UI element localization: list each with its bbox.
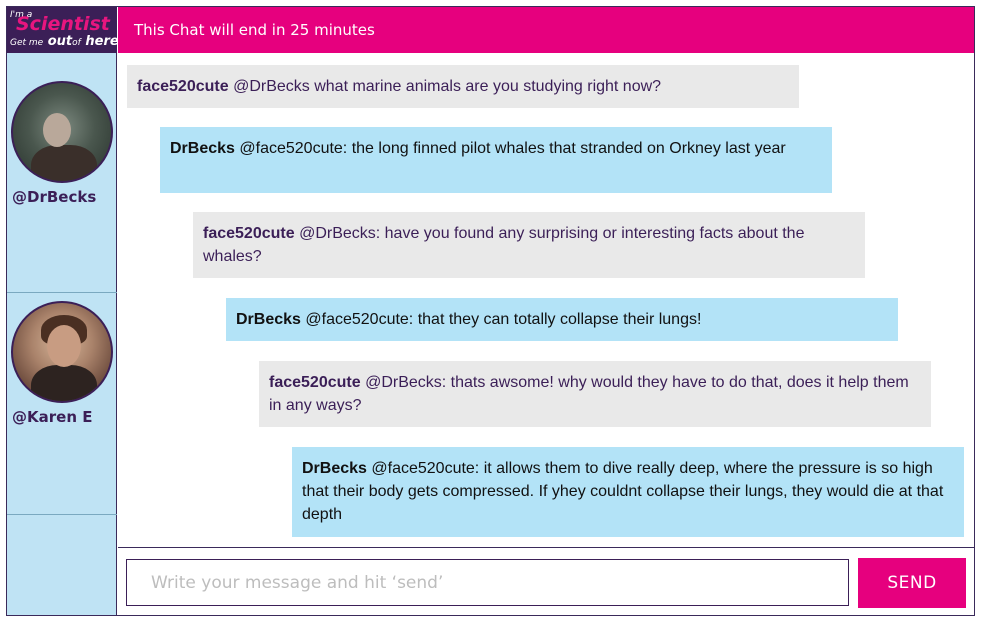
avatar[interactable]: [11, 81, 113, 183]
participant-handle[interactable]: @Karen E: [12, 408, 92, 426]
logo-line3b: out: [47, 34, 73, 49]
message-author: DrBecks: [236, 311, 301, 328]
logo-line3: Get me outof here: [10, 34, 117, 49]
logo-line3a: Get me: [10, 38, 44, 48]
message-list[interactable]: face520cute @DrBecks what marine animals…: [118, 53, 974, 547]
message-text: @face520cute: the long finned pilot whal…: [234, 140, 786, 157]
message-bubble: face520cute @DrBecks: thats awsome! why …: [259, 361, 931, 427]
avatar[interactable]: [11, 301, 113, 403]
chat-window: I'm a Scientist Get me outof here @DrBec…: [6, 6, 975, 616]
sidebar: I'm a Scientist Get me outof here @DrBec…: [7, 7, 117, 615]
send-button[interactable]: SEND: [858, 558, 966, 608]
message-author: face520cute: [269, 374, 361, 391]
avatar-figure-body: [31, 145, 97, 181]
message-bubble: DrBecks @face520cute: that they can tota…: [226, 298, 898, 341]
chat-header: This Chat will end in 25 minutes: [118, 7, 974, 53]
avatar-figure-head: [47, 325, 81, 367]
avatar-figure-body: [31, 365, 97, 401]
avatar-figure-head: [43, 113, 71, 147]
message-bubble: face520cute @DrBecks: have you found any…: [193, 212, 865, 278]
logo-line3d: here: [85, 34, 117, 49]
participant-drbecks[interactable]: @DrBecks: [7, 53, 117, 293]
message-input[interactable]: [126, 559, 849, 606]
message-author: DrBecks: [170, 140, 235, 157]
message-bubble: DrBecks @face520cute: it allows them to …: [292, 447, 964, 537]
im-a-scientist-logo: I'm a Scientist Get me outof here: [7, 7, 117, 53]
message-bubble: face520cute @DrBecks what marine animals…: [127, 65, 799, 108]
message-text: @face520cute: that they can totally coll…: [300, 311, 702, 328]
message-composer: SEND: [118, 547, 974, 615]
message-author: DrBecks: [302, 460, 367, 477]
message-author: face520cute: [137, 78, 229, 95]
message-bubble: DrBecks @face520cute: the long finned pi…: [160, 127, 832, 193]
message-text: @DrBecks: thats awsome! why would they h…: [269, 374, 909, 414]
message-text: @face520cute: it allows them to dive rea…: [302, 460, 944, 523]
message-text: @DrBecks what marine animals are you stu…: [228, 78, 662, 95]
message-author: face520cute: [203, 225, 295, 242]
logo-line2: Scientist: [16, 13, 110, 35]
chat-timer-text: This Chat will end in 25 minutes: [134, 21, 375, 39]
participant-karen-e[interactable]: @Karen E: [7, 293, 117, 515]
participant-handle[interactable]: @DrBecks: [12, 188, 96, 206]
logo-line3c: of: [72, 38, 81, 48]
